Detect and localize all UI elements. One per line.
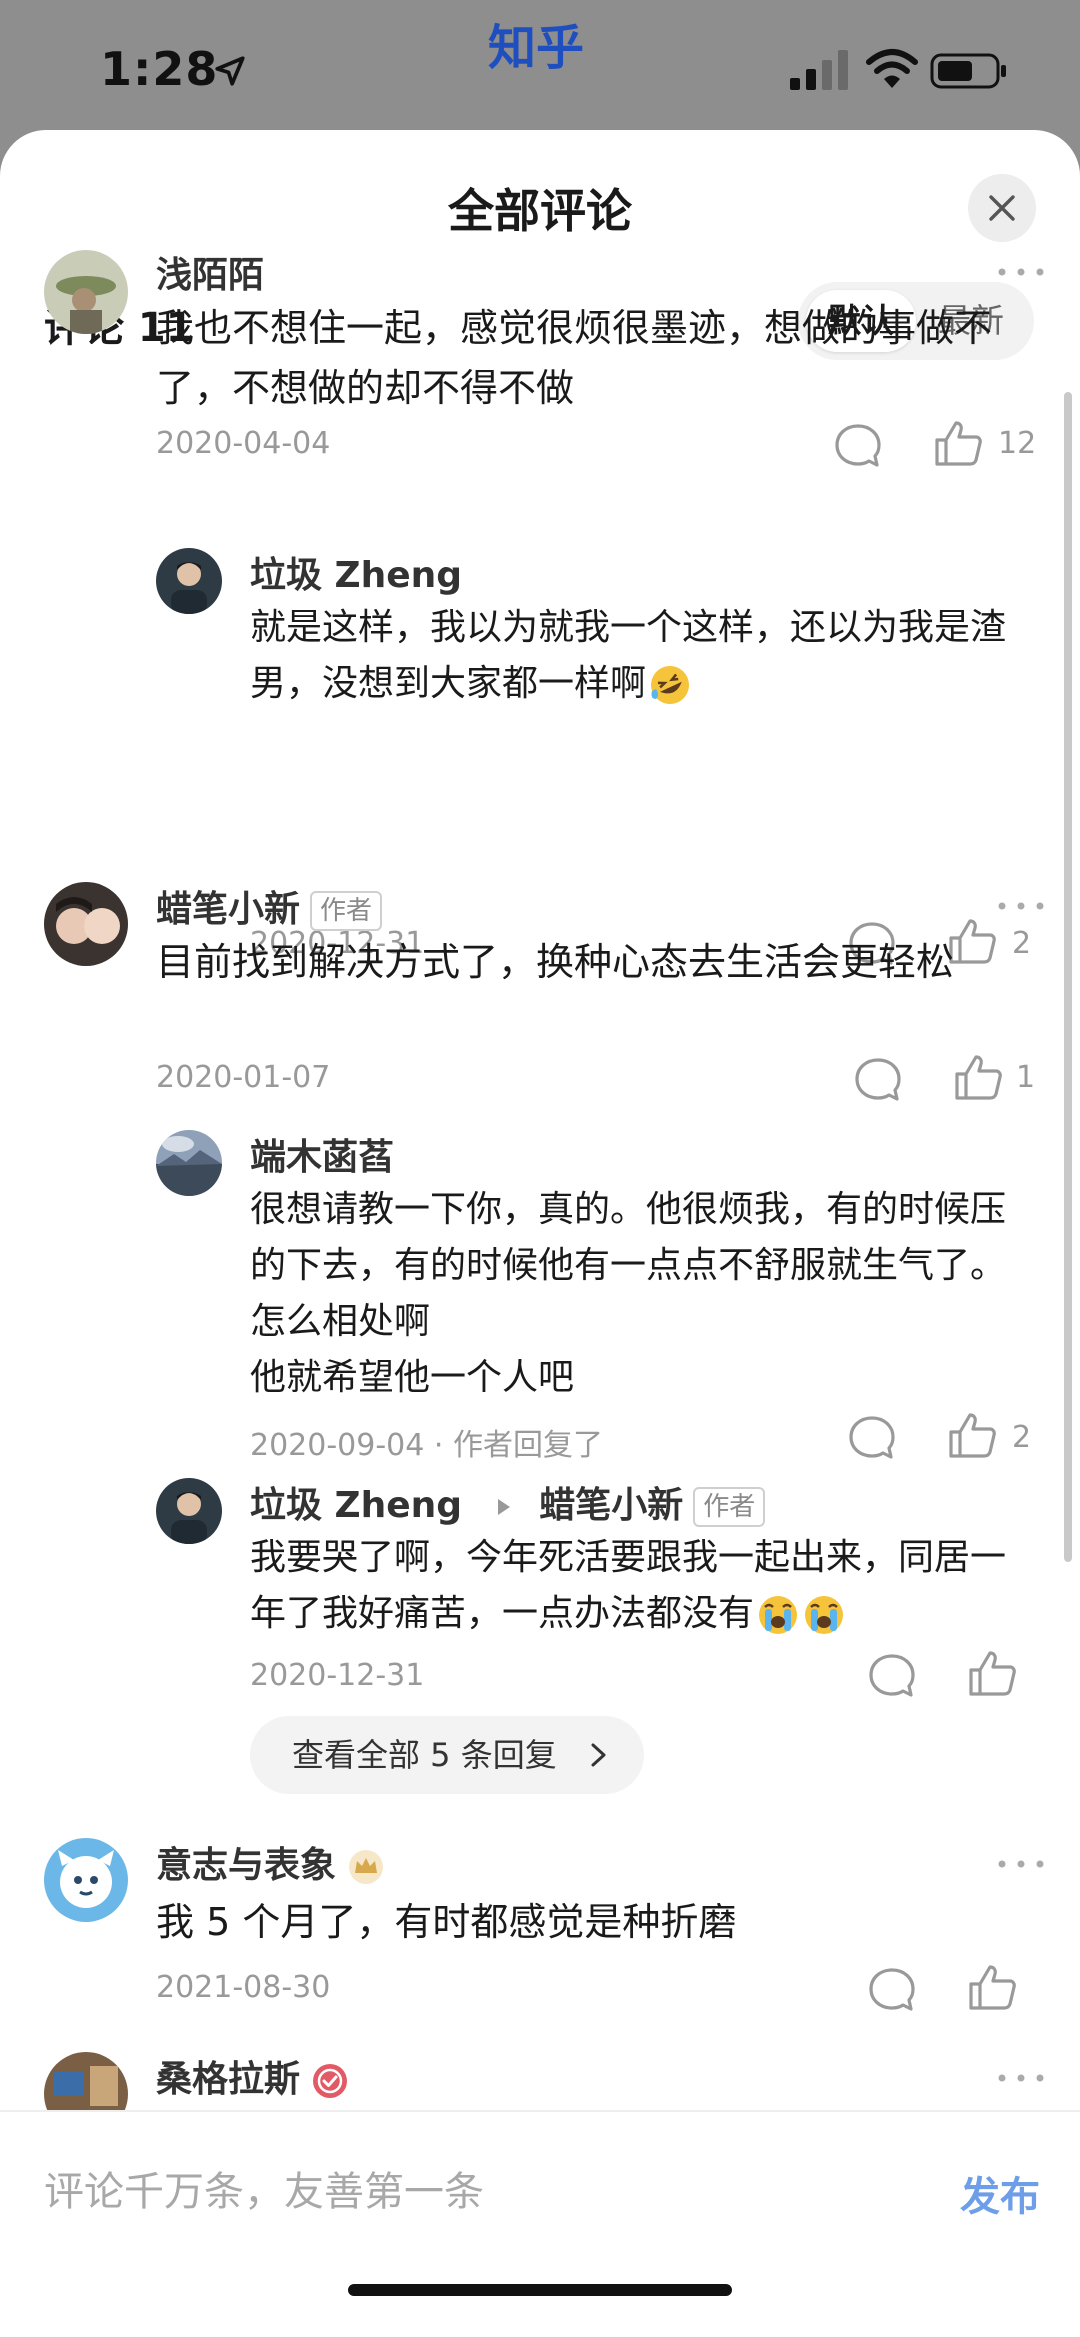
verified-badge-icon bbox=[310, 2061, 350, 2101]
scrollbar[interactable] bbox=[1064, 392, 1072, 1562]
more-button[interactable] bbox=[996, 262, 1046, 282]
reply-author-line: 垃圾 Zheng 蜡笔小新 作者 bbox=[250, 1476, 766, 1528]
avatar[interactable] bbox=[156, 1478, 222, 1544]
like-icon bbox=[935, 421, 982, 466]
author-badge: 作者 bbox=[693, 1487, 766, 1527]
reply-date: 2020-09-04 · 作者回复了 bbox=[250, 1428, 603, 1463]
home-indicator bbox=[348, 2284, 732, 2296]
reply-to-author[interactable]: 蜡笔小新 bbox=[539, 1485, 683, 1526]
avatar[interactable] bbox=[44, 882, 128, 966]
close-icon bbox=[989, 195, 1015, 221]
comments-sheet: 全部评论 评论 11 默认 最新 浅陌陌 我也不想住一起，感觉很烦很墨迹，想做的… bbox=[0, 130, 1080, 2337]
like-count: 1 bbox=[1016, 1060, 1036, 1095]
avatar[interactable] bbox=[44, 1838, 128, 1922]
comment-text: 目前找到解决方式了，换种心态去生活会更轻松 bbox=[156, 940, 955, 984]
comment-date: 2021-08-30 bbox=[156, 1970, 331, 2005]
like-button[interactable] bbox=[946, 1410, 998, 1462]
comment-input[interactable] bbox=[44, 2152, 844, 2232]
comment-text: 我 5 个月了，有时都感觉是种折磨 bbox=[156, 1900, 737, 1944]
like-icon bbox=[969, 1651, 1016, 1696]
comment-icon bbox=[869, 1654, 915, 1697]
more-button[interactable] bbox=[996, 2068, 1046, 2088]
loudly-crying-emoji bbox=[802, 1593, 846, 1637]
chevron-right-icon bbox=[591, 1743, 606, 1767]
like-icon bbox=[949, 1413, 996, 1458]
like-button[interactable] bbox=[966, 1962, 1018, 2014]
comment-author[interactable]: 桑格拉斯 bbox=[156, 2050, 350, 2102]
battery-icon bbox=[930, 52, 1008, 90]
avatar[interactable] bbox=[156, 1130, 222, 1196]
sheet-title: 全部评论 bbox=[448, 184, 632, 238]
signal-icon bbox=[790, 50, 848, 90]
comment-input-bar: 发布 bbox=[0, 2110, 1080, 2337]
view-all-replies-button[interactable]: 查看全部 5 条回复 bbox=[250, 1716, 644, 1794]
like-icon bbox=[969, 1965, 1016, 2010]
avatar[interactable] bbox=[156, 548, 222, 614]
more-icon bbox=[998, 1860, 1044, 1868]
reply-author[interactable]: 端木菡萏 bbox=[250, 1128, 394, 1180]
wifi-icon bbox=[866, 48, 918, 90]
like-count: 12 bbox=[998, 426, 1037, 461]
reply-text: 我要哭了啊，今年死活要跟我一起出来，同居一年了我好痛苦，一点办法都没有 bbox=[250, 1530, 1018, 1642]
publish-button[interactable]: 发布 bbox=[960, 2164, 1040, 2222]
comment-icon bbox=[835, 424, 881, 467]
reply-arrow-icon bbox=[493, 1496, 515, 1518]
comment-icon bbox=[869, 1968, 915, 2011]
comment-date: 2020-04-04 bbox=[156, 426, 331, 461]
reply-date: 2020-12-31 bbox=[250, 1658, 425, 1693]
like-button[interactable] bbox=[932, 418, 984, 470]
reply-text: 就是这样，我以为就我一个这样，还以为我是渣男，没想到大家都一样啊 bbox=[250, 600, 1018, 712]
comment-date: 2020-01-07 bbox=[156, 1060, 331, 1095]
status-time: 1:28 bbox=[100, 42, 219, 96]
loudly-crying-emoji bbox=[756, 1593, 800, 1637]
author-badge: 作者 bbox=[310, 891, 383, 931]
like-count: 2 bbox=[1012, 1420, 1032, 1455]
more-icon bbox=[998, 2074, 1044, 2082]
comment-icon bbox=[855, 1058, 901, 1101]
comment-icon bbox=[849, 1416, 895, 1459]
like-icon bbox=[955, 1055, 1002, 1100]
reply-text: 他就希望他一个人吧 bbox=[250, 1357, 575, 1398]
reply-author[interactable]: 垃圾 Zheng bbox=[250, 1485, 462, 1526]
comment-button[interactable] bbox=[832, 420, 884, 472]
close-button[interactable] bbox=[968, 174, 1036, 242]
reply-text: 很想请教一下你，真的。他很烦我，有的时候压的下去，有的时候他有一点点不舒服就生气… bbox=[250, 1189, 1007, 1342]
comment-button[interactable] bbox=[846, 1412, 898, 1464]
status-bar: 1:28 知乎 bbox=[0, 0, 1080, 130]
comment-author[interactable]: 浅陌陌 bbox=[156, 246, 264, 298]
comment-button[interactable] bbox=[866, 1964, 918, 2016]
more-button[interactable] bbox=[996, 1854, 1046, 1874]
app-name: 知乎 bbox=[488, 20, 585, 76]
comment-text: 我也不想住一起，感觉很烦很墨迹，想做的事做不了，不想做的却不得不做 bbox=[156, 306, 993, 410]
avatar[interactable] bbox=[44, 250, 128, 334]
more-icon bbox=[998, 268, 1044, 276]
view-all-replies-label: 查看全部 5 条回复 bbox=[292, 1736, 557, 1774]
reply-author[interactable]: 垃圾 Zheng bbox=[250, 546, 462, 598]
like-button[interactable] bbox=[966, 1648, 1018, 1700]
comment-button[interactable] bbox=[866, 1650, 918, 1702]
more-button[interactable] bbox=[996, 896, 1046, 916]
more-icon bbox=[998, 902, 1044, 910]
location-arrow-icon bbox=[213, 54, 247, 88]
like-button[interactable] bbox=[952, 1052, 1004, 1104]
rolling-on-floor-laughing-emoji bbox=[648, 663, 692, 707]
comment-author[interactable]: 意志与表象 bbox=[156, 1836, 386, 1888]
crown-badge-icon bbox=[346, 1847, 386, 1887]
comment-author[interactable]: 蜡笔小新 作者 bbox=[156, 880, 383, 932]
comment-button[interactable] bbox=[852, 1054, 904, 1106]
